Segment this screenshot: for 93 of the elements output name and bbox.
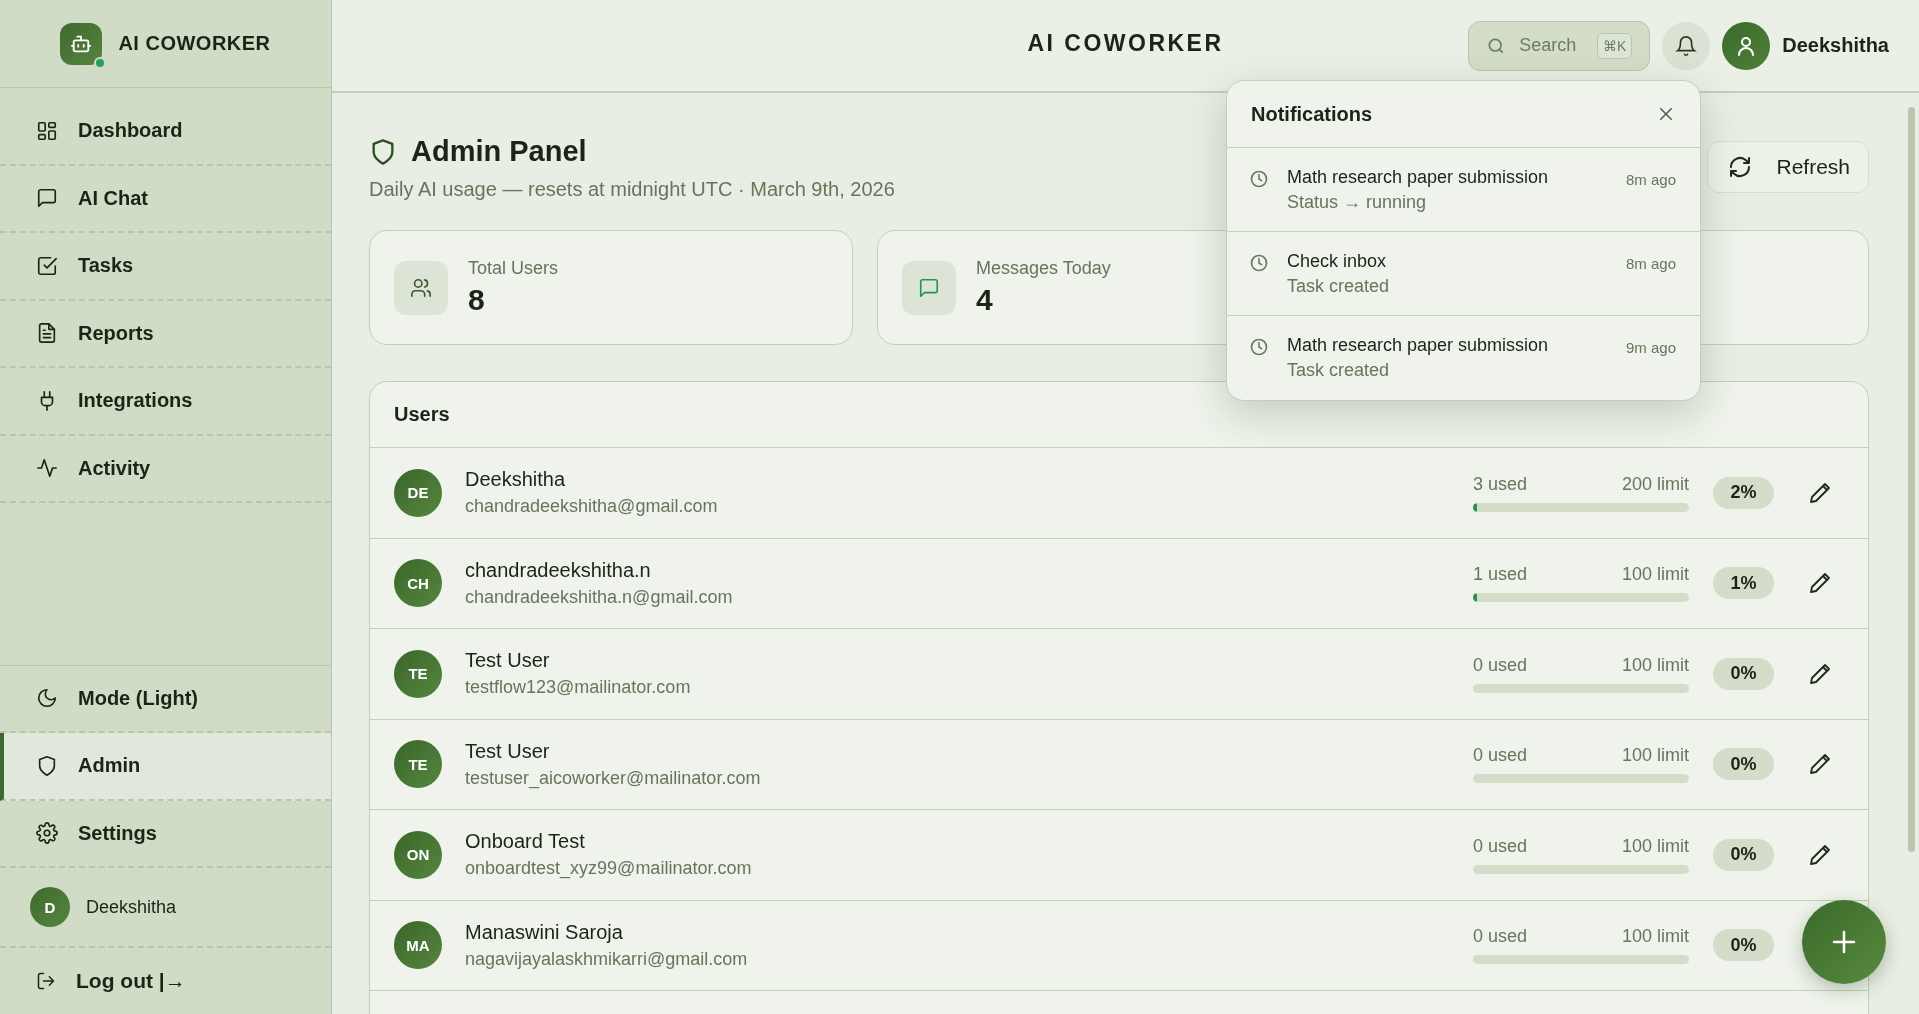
close-icon: [1657, 105, 1675, 123]
stat-value: 8: [468, 283, 486, 317]
nav-item[interactable]: Reports: [0, 300, 331, 368]
pencil-icon: [1808, 842, 1832, 867]
clock-icon: [1249, 169, 1269, 189]
notification-item[interactable]: Check inbox Task created 8m ago: [1227, 232, 1700, 316]
user-name: Deekshitha: [86, 896, 177, 918]
settings-icon: [36, 822, 58, 845]
users-icon: [410, 276, 432, 299]
notification-detail: Task created: [1287, 276, 1391, 297]
clock-icon: [1249, 253, 1269, 273]
user-name: Onboard Test: [465, 830, 586, 854]
user-profile[interactable]: D Deekshitha: [0, 868, 331, 948]
percent-badge: 0%: [1713, 657, 1774, 690]
usage-limit: 100 limit: [1621, 654, 1689, 676]
user-name: Test User: [465, 739, 551, 763]
chat-icon: [918, 276, 940, 299]
usage-limit: 100 limit: [1621, 745, 1689, 767]
grid-icon: [36, 119, 58, 142]
usage-count: 0 used: [1473, 654, 1528, 676]
pencil-icon: [1808, 752, 1832, 777]
nav-item[interactable]: Activity: [0, 435, 331, 503]
percent-badge: 0%: [1713, 748, 1774, 781]
user-name: Deekshitha: [465, 468, 567, 492]
user-name: chandradeekshitha.n: [465, 558, 652, 582]
user-email: onboardtest_xyz99@mailinator.com: [465, 858, 753, 880]
stat-value: 4: [976, 283, 994, 317]
usage-count: 1 used: [1473, 564, 1528, 586]
user-avatar: CH: [394, 559, 442, 608]
logout-link[interactable]: Log out |→: [0, 948, 331, 1014]
percent-badge: 1%: [1713, 567, 1774, 600]
usage-limit: 100 limit: [1621, 835, 1689, 857]
nav-item[interactable]: Dashboard: [0, 98, 331, 166]
user-email: testuser_aicoworker@mailinator.com: [465, 767, 762, 789]
usage-count: 0 used: [1473, 926, 1528, 948]
user-email: testflow123@mailinator.com: [465, 677, 692, 699]
user-avatar: TE: [394, 649, 442, 698]
document-icon: [36, 322, 58, 345]
stat-label: Total Users: [468, 258, 559, 279]
nav-item[interactable]: Admin: [0, 733, 331, 801]
pulse-icon: [36, 457, 58, 480]
popup-title: Notifications: [1251, 102, 1373, 126]
shield-icon: [36, 754, 58, 777]
nav-item[interactable]: Integrations: [0, 368, 331, 436]
usage-limit: 100 limit: [1621, 926, 1689, 948]
notification-detail: Status → running: [1287, 192, 1428, 213]
user-email: chandradeekshitha.n@gmail.com: [465, 586, 734, 608]
checkbox-icon: [36, 254, 58, 277]
notification-time: 9m ago: [1625, 339, 1676, 356]
user-avatar: MA: [394, 921, 442, 970]
stat-label: Messages Today: [976, 258, 1111, 279]
notification-time: 8m ago: [1625, 255, 1676, 272]
refresh-button[interactable]: Refresh: [1707, 141, 1869, 193]
page-title: Admin Panel: [411, 135, 587, 168]
app-title: AI COWORKER: [1027, 30, 1224, 57]
nav-item[interactable]: Settings: [0, 800, 331, 868]
notification-title: Math research paper submission: [1287, 335, 1550, 356]
usage-limit: 200 limit: [1621, 473, 1689, 495]
user-avatar: TE: [394, 740, 442, 789]
bell-icon: [1675, 34, 1698, 57]
percent-badge: 2%: [1713, 476, 1774, 509]
logout-icon: [36, 971, 56, 991]
user-avatar: D: [30, 887, 70, 927]
usage-count: 0 used: [1473, 835, 1528, 857]
user-name: Manaswini Saroja: [465, 920, 624, 944]
user-name: Deekshitha: [1782, 34, 1889, 57]
usage-limit: 100 limit: [1621, 564, 1689, 586]
user-avatar: ON: [394, 830, 442, 879]
notification-title: Math research paper submission: [1287, 167, 1550, 188]
notification-detail: Task created: [1287, 360, 1391, 381]
chat-icon: [36, 187, 58, 210]
notification-title: Check inbox: [1287, 251, 1388, 272]
pencil-icon: [1808, 661, 1832, 686]
percent-badge: 0%: [1713, 929, 1774, 962]
notification-time: 8m ago: [1625, 171, 1676, 188]
page-subtitle: Daily AI usage — resets at midnight UTC · March 9th, 2026: [369, 178, 895, 201]
user-email: chandradeekshitha@gmail.com: [465, 496, 719, 518]
pencil-icon: [1808, 571, 1832, 596]
clock-icon: [1249, 337, 1269, 357]
robot-logo-icon: [60, 22, 103, 65]
user-email: nagavijayalaskhmikarri@gmail.com: [465, 948, 749, 970]
refresh-icon: [1728, 155, 1753, 179]
pencil-icon: [1808, 480, 1832, 505]
user-avatar: DE: [394, 468, 442, 517]
moon-icon: [36, 687, 58, 710]
percent-badge: 0%: [1713, 838, 1774, 871]
notification-item[interactable]: Math research paper submission Status → running 8m ago: [1227, 148, 1700, 232]
brand-name: AI COWORKER: [118, 32, 271, 55]
nav-item[interactable]: AI Chat: [0, 165, 331, 233]
nav-item[interactable]: Tasks: [0, 233, 331, 301]
usage-count: 0 used: [1473, 745, 1528, 767]
user-name: Test User: [465, 649, 551, 673]
usage-count: 3 used: [1473, 473, 1528, 495]
